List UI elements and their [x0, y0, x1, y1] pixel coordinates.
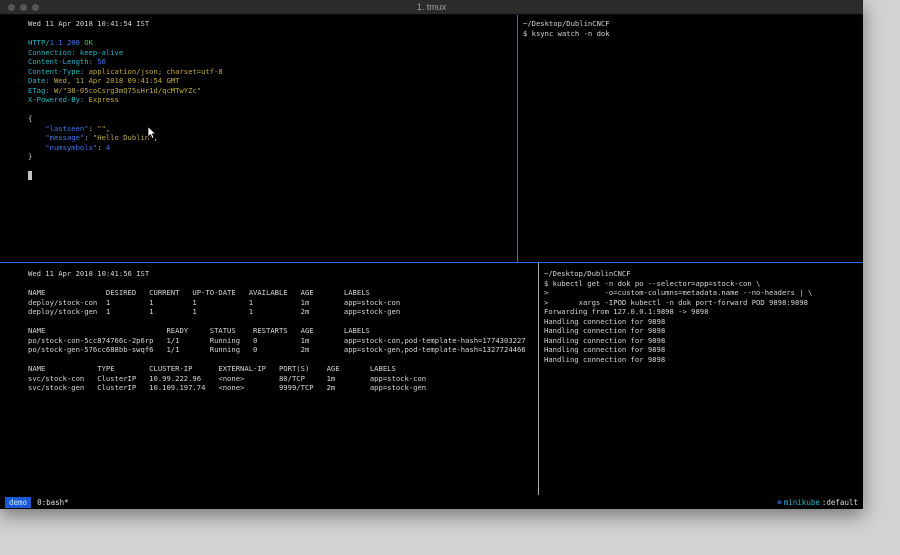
terminal-line: Wed 11 Apr 2018 10:41:54 IST: [28, 19, 517, 29]
terminal-line: po/stock-con-5cc874766c-2p6rp 1/1 Runnin…: [28, 336, 538, 346]
terminal-line: > -o=custom-columns=metadata.name --no-h…: [544, 288, 863, 298]
mouse-cursor-icon: [147, 126, 157, 140]
terminal-line: NAME READY STATUS RESTARTS AGE LABELS: [28, 326, 538, 336]
terminal-line: NAME TYPE CLUSTER-IP EXTERNAL-IP PORT(S)…: [28, 364, 538, 374]
window-indicator[interactable]: 0:bash*: [37, 498, 69, 507]
minimize-button[interactable]: [20, 4, 27, 11]
terminal-line: }: [28, 152, 517, 162]
close-button[interactable]: [8, 4, 15, 11]
terminal-line: HTTP/1.1 200 OK: [28, 38, 517, 48]
terminal-line: [28, 317, 538, 327]
pane-port-forward[interactable]: ~/Desktop/DublinCNCF$ kubectl get -n dok…: [540, 263, 863, 495]
terminal-line: deploy/stock-gen 1 1 1 1 2m app=stock-ge…: [28, 307, 538, 317]
kubernetes-icon: ☸: [777, 498, 782, 507]
terminal-line: Content-Length: 56: [28, 57, 517, 67]
pane-kubectl-resources[interactable]: Wed 11 Apr 2018 10:41:56 IST NAME DESIRE…: [0, 263, 538, 495]
terminal-line: po/stock-gen-576cc688bb-swqf6 1/1 Runnin…: [28, 345, 538, 355]
terminal-line: deploy/stock-con 1 1 1 1 1m app=stock-co…: [28, 298, 538, 308]
tmux-terminal: Wed 11 Apr 2018 10:41:54 IST HTTP/1.1 20…: [0, 15, 863, 495]
terminal-line: Wed 11 Apr 2018 10:41:56 IST: [28, 269, 538, 279]
session-name-badge[interactable]: demo: [5, 497, 31, 508]
terminal-line: ~/Desktop/DublinCNCF: [544, 269, 863, 279]
pane-ksync-watch[interactable]: ~/Desktop/DublinCNCF$ ksync watch -n dok: [519, 15, 863, 262]
terminal-line: "lastseen": "",: [28, 124, 517, 134]
terminal-line: ETag: W/"38-05coCsrg3mQ75sHr1d/qcMTwYZc": [28, 86, 517, 96]
terminal-line: [28, 355, 538, 365]
pane-divider-vertical-bottom[interactable]: [538, 263, 539, 495]
terminal-line: Handling connection for 9898: [544, 326, 863, 336]
tmux-status-bar: demo 0:bash* ☸ minikube :default: [0, 495, 863, 509]
window-titlebar[interactable]: 1. tmux: [0, 0, 863, 15]
kube-namespace: :default: [822, 498, 858, 507]
terminal-line: [28, 29, 517, 39]
terminal-line: > xargs -IPOD kubectl -n dok port-forwar…: [544, 298, 863, 308]
pane-divider-vertical-top[interactable]: [517, 15, 518, 262]
terminal-line: [28, 171, 517, 181]
terminal-line: Connection: keep-alive: [28, 48, 517, 58]
terminal-line: [28, 162, 517, 172]
terminal-line: svc/stock-gen ClusterIP 10.109.197.74 <n…: [28, 383, 538, 393]
terminal-line: Content-Type: application/json; charset=…: [28, 67, 517, 77]
terminal-line: Handling connection for 9898: [544, 355, 863, 365]
status-right: ☸ minikube :default: [777, 498, 858, 507]
terminal-line: Handling connection for 9898: [544, 345, 863, 355]
terminal-window: 1. tmux Wed 11 Apr 2018 10:41:54 IST HTT…: [0, 0, 863, 509]
terminal-line: X-Powered-By: Express: [28, 95, 517, 105]
kube-context: minikube: [784, 498, 820, 507]
terminal-line: "message": "Hello Dublin",: [28, 133, 517, 143]
terminal-line: [28, 105, 517, 115]
terminal-line: $ kubectl get -n dok po --selector=app=s…: [544, 279, 863, 289]
zoom-button[interactable]: [32, 4, 39, 11]
terminal-line: Handling connection for 9898: [544, 317, 863, 327]
terminal-line: Handling connection for 9898: [544, 336, 863, 346]
terminal-line: {: [28, 114, 517, 124]
terminal-line: "numsymbols": 4: [28, 143, 517, 153]
terminal-line: [28, 279, 538, 289]
window-title: 1. tmux: [0, 0, 863, 14]
terminal-line: NAME DESIRED CURRENT UP-TO-DATE AVAILABL…: [28, 288, 538, 298]
traffic-lights: [8, 4, 39, 11]
terminal-line: Date: Wed, 11 Apr 2018 09:41:54 GMT: [28, 76, 517, 86]
terminal-line: Forwarding from 127.0.0.1:9898 -> 9898: [544, 307, 863, 317]
terminal-line: ~/Desktop/DublinCNCF: [523, 19, 863, 29]
terminal-line: svc/stock-con ClusterIP 10.99.222.96 <no…: [28, 374, 538, 384]
pane-divider-horizontal[interactable]: [0, 262, 863, 263]
pane-http-response[interactable]: Wed 11 Apr 2018 10:41:54 IST HTTP/1.1 20…: [0, 15, 517, 262]
terminal-line: $ ksync watch -n dok: [523, 29, 863, 39]
